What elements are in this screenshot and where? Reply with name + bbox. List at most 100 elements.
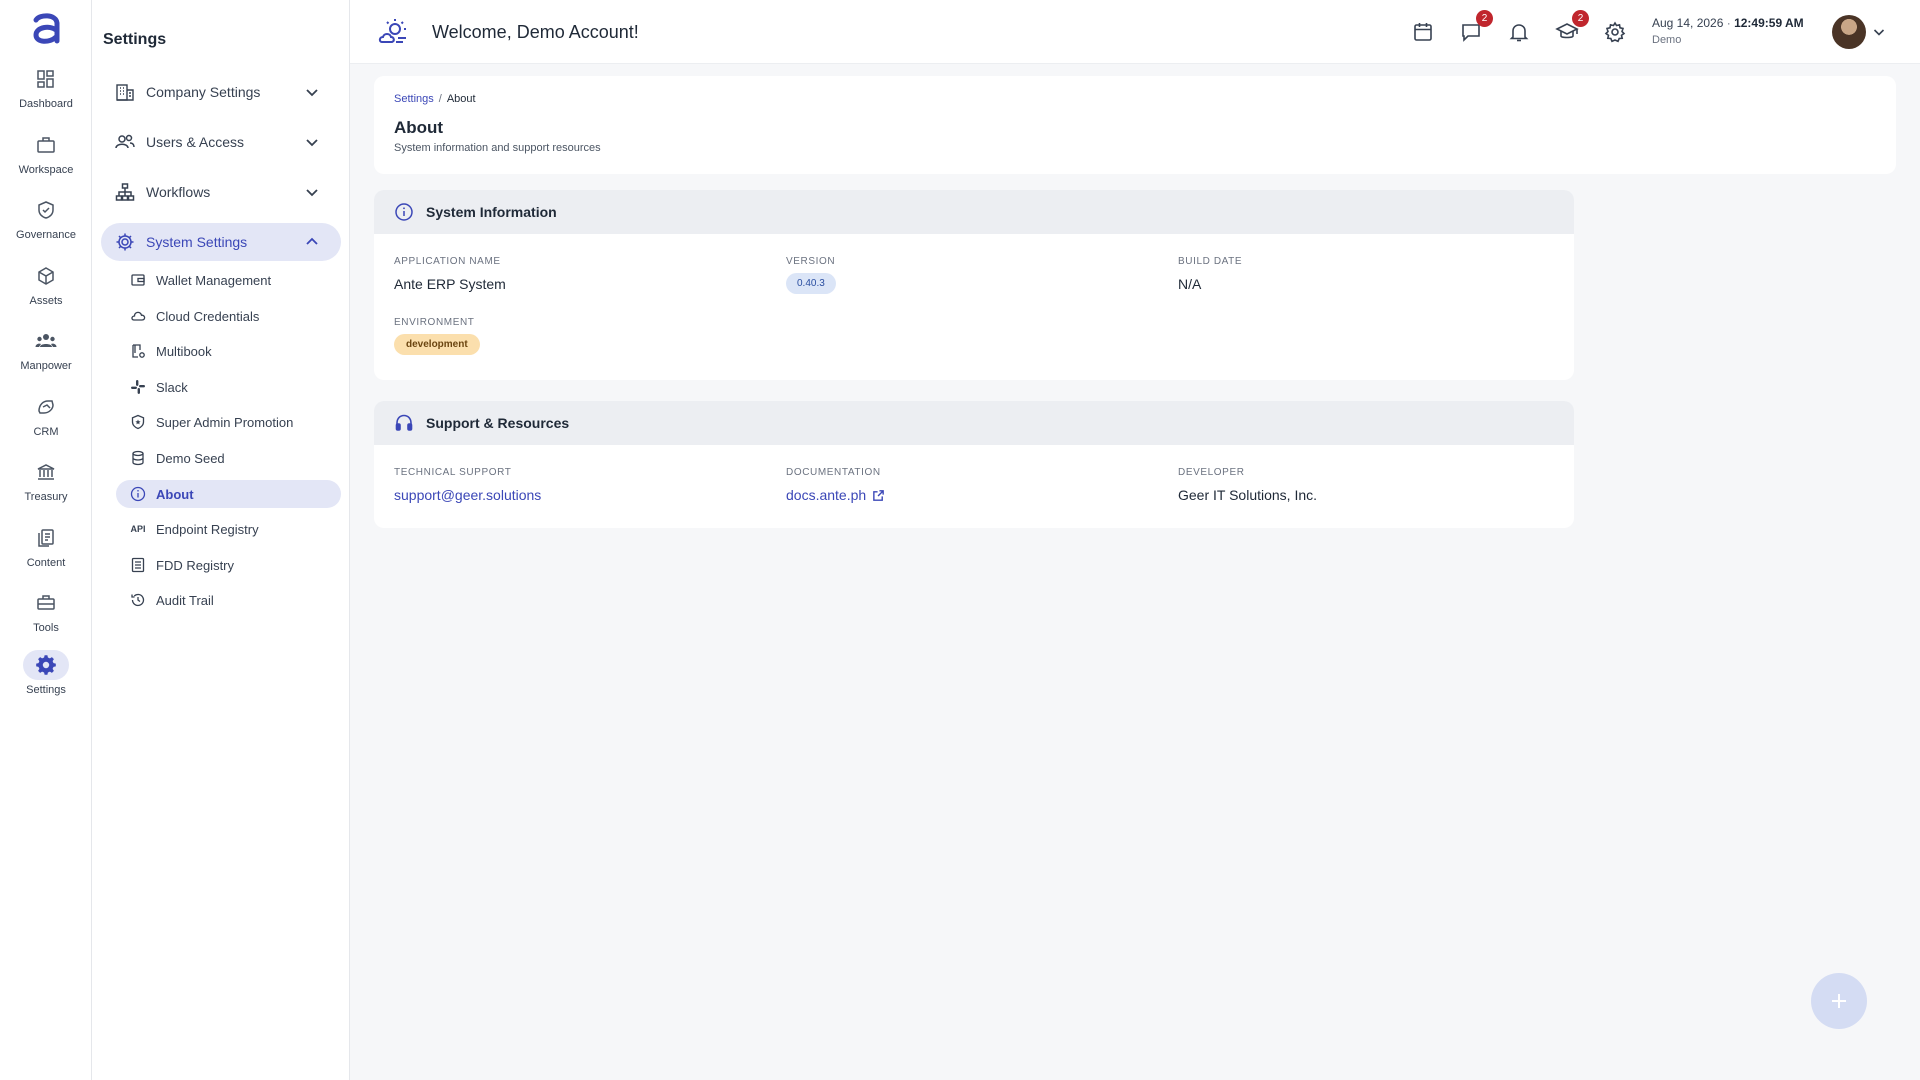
breadcrumb-separator: / bbox=[438, 93, 442, 105]
documentation-field: DOCUMENTATION docs.ante.ph bbox=[786, 467, 885, 503]
wallet-icon bbox=[130, 272, 146, 288]
system-information-header: System Information bbox=[374, 190, 1574, 234]
rail-item-manpower[interactable]: Manpower bbox=[0, 326, 92, 386]
settings-button[interactable] bbox=[1603, 20, 1627, 44]
api-icon: API bbox=[130, 524, 146, 534]
nav-item-wallet-management[interactable]: Wallet Management bbox=[116, 266, 341, 294]
nav-item-label: Multibook bbox=[156, 343, 212, 359]
nav-group-system-settings[interactable]: System Settings bbox=[101, 223, 341, 261]
page-subtitle: System information and support resources bbox=[394, 142, 601, 154]
rail-item-settings[interactable]: Settings bbox=[0, 650, 92, 710]
breadcrumb-settings-link[interactable]: Settings bbox=[394, 93, 434, 105]
nav-item-slack[interactable]: Slack bbox=[116, 373, 341, 401]
avatar[interactable] bbox=[1832, 15, 1866, 49]
field-label: ENVIRONMENT bbox=[394, 317, 475, 328]
chevron-down-icon bbox=[303, 183, 321, 201]
nav-item-endpoint-registry[interactable]: API Endpoint Registry bbox=[116, 515, 341, 543]
nav-item-label: Endpoint Registry bbox=[156, 521, 259, 537]
nav-group-label: System Settings bbox=[146, 234, 248, 250]
page-title: About bbox=[394, 118, 444, 137]
nav-item-demo-seed[interactable]: Demo Seed bbox=[116, 444, 341, 472]
rail-label: Tools bbox=[33, 622, 59, 634]
rail-item-tools[interactable]: Tools bbox=[0, 588, 92, 648]
technical-support-field: TECHNICAL SUPPORT support@geer.solutions bbox=[394, 467, 541, 503]
cube-icon bbox=[23, 261, 69, 291]
nav-item-audit-trail[interactable]: Audit Trail bbox=[116, 586, 341, 614]
field-label: TECHNICAL SUPPORT bbox=[394, 467, 512, 478]
support-email-text: support@geer.solutions bbox=[394, 487, 542, 503]
field-label: DOCUMENTATION bbox=[786, 467, 881, 478]
users-icon bbox=[114, 131, 136, 153]
dashboard-icon bbox=[23, 64, 69, 94]
chevron-down-icon[interactable] bbox=[1871, 24, 1887, 40]
nav-item-label: Slack bbox=[156, 379, 188, 395]
app-logo[interactable] bbox=[28, 10, 64, 48]
nav-group-workflows[interactable]: Workflows bbox=[101, 173, 341, 211]
breadcrumb: Settings / About bbox=[394, 93, 476, 105]
nav-item-about[interactable]: About bbox=[116, 480, 341, 508]
nav-item-super-admin-promotion[interactable]: Super Admin Promotion bbox=[116, 408, 341, 436]
environment-field: ENVIRONMENT development bbox=[394, 317, 480, 355]
support-email-link[interactable]: support@geer.solutions bbox=[394, 487, 541, 503]
add-fab-button[interactable] bbox=[1811, 973, 1867, 1029]
developer-field: DEVELOPER Geer IT Solutions, Inc. bbox=[1178, 467, 1317, 503]
nav-item-multibook[interactable]: Multibook bbox=[116, 337, 341, 365]
external-link-icon bbox=[872, 489, 885, 502]
notifications-button[interactable] bbox=[1507, 20, 1531, 44]
gear-icon bbox=[114, 231, 136, 253]
rail-label: Dashboard bbox=[19, 98, 73, 110]
application-name-field: APPLICATION NAME Ante ERP System bbox=[394, 256, 506, 292]
support-resources-title: Support & Resources bbox=[426, 415, 570, 431]
shield-check-icon bbox=[23, 195, 69, 225]
gear-icon bbox=[23, 650, 69, 680]
shield-star-icon bbox=[130, 414, 146, 430]
top-bar: Welcome, Demo Account! 2 2 Aug 14, 2026 … bbox=[350, 0, 1920, 64]
nav-item-cloud-credentials[interactable]: Cloud Credentials bbox=[116, 302, 341, 330]
settings-sidebar-title: Settings bbox=[103, 31, 167, 48]
info-icon bbox=[130, 486, 146, 502]
nav-item-label: Wallet Management bbox=[156, 272, 272, 288]
rail-item-governance[interactable]: Governance bbox=[0, 195, 92, 255]
chat-button[interactable]: 2 bbox=[1459, 10, 1493, 44]
cloud-icon bbox=[130, 308, 146, 324]
documentation-link[interactable]: docs.ante.ph bbox=[786, 487, 885, 503]
nav-item-label: Super Admin Promotion bbox=[156, 414, 294, 430]
learning-button[interactable]: 2 bbox=[1555, 10, 1589, 44]
field-label: DEVELOPER bbox=[1178, 467, 1245, 478]
rail-item-treasury[interactable]: Treasury bbox=[0, 457, 92, 517]
chat-badge: 2 bbox=[1476, 10, 1493, 27]
system-information-title: System Information bbox=[426, 204, 557, 220]
slack-icon bbox=[130, 379, 146, 395]
people-icon bbox=[23, 326, 69, 356]
app-rail: Dashboard Workspace Governance Assets Ma… bbox=[0, 0, 92, 1080]
build-date-value: N/A bbox=[1178, 276, 1202, 292]
rail-item-crm[interactable]: CRM bbox=[0, 392, 92, 452]
rail-item-assets[interactable]: Assets bbox=[0, 261, 92, 321]
nav-group-company-settings[interactable]: Company Settings bbox=[101, 73, 341, 111]
nav-group-users-access[interactable]: Users & Access bbox=[101, 123, 341, 161]
rail-item-dashboard[interactable]: Dashboard bbox=[0, 64, 92, 124]
welcome-message: Welcome, Demo Account! bbox=[432, 22, 639, 42]
rail-item-content[interactable]: Content bbox=[0, 523, 92, 583]
nav-item-label: Cloud Credentials bbox=[156, 308, 260, 324]
current-date: Aug 14, 2026 bbox=[1652, 16, 1724, 30]
field-label: BUILD DATE bbox=[1178, 256, 1243, 267]
rail-label: Settings bbox=[26, 684, 66, 696]
current-time: 12:49:59 AM bbox=[1734, 16, 1804, 30]
nav-group-label: Company Settings bbox=[146, 84, 261, 100]
gear-icon bbox=[1603, 20, 1627, 44]
breadcrumb-current: About bbox=[446, 93, 476, 105]
rail-item-workspace[interactable]: Workspace bbox=[0, 130, 92, 190]
weather-brand-icon[interactable] bbox=[376, 16, 410, 50]
environment-badge: development bbox=[394, 334, 480, 355]
building-icon bbox=[114, 81, 136, 103]
history-icon bbox=[130, 592, 146, 608]
page-header: Settings / About About System informatio… bbox=[374, 76, 1896, 174]
settings-sidebar: Settings Company Settings Users & Access… bbox=[92, 0, 350, 1080]
handshake-icon bbox=[23, 392, 69, 422]
current-datetime: Aug 14, 2026 · 12:49:59 AM bbox=[1652, 16, 1804, 30]
calendar-button[interactable] bbox=[1411, 20, 1435, 44]
rail-label: Treasury bbox=[24, 491, 68, 503]
nav-item-fdd-registry[interactable]: FDD Registry bbox=[116, 551, 341, 579]
system-information-panel: System Information APPLICATION NAME Ante… bbox=[374, 190, 1574, 380]
